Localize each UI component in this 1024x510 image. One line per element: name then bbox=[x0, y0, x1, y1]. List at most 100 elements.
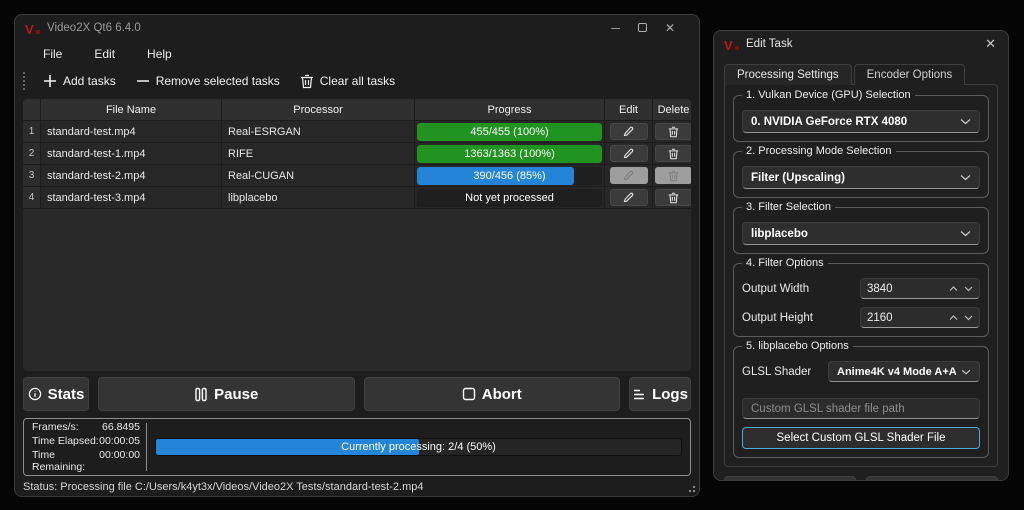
toolbar-drag-handle[interactable] bbox=[23, 72, 25, 90]
cell-edit bbox=[605, 165, 653, 187]
header-edit[interactable]: Edit bbox=[605, 99, 653, 121]
elapsed-label: Time Elapsed: bbox=[32, 435, 99, 447]
vulkan-device-group: 1. Vulkan Device (GPU) Selection 0. NVID… bbox=[733, 95, 989, 142]
cell-file-name[interactable]: standard-test-2.mp4 bbox=[41, 165, 222, 187]
cell-processor[interactable]: Real-ESRGAN bbox=[222, 121, 415, 143]
processing-mode-select[interactable]: Filter (Upscaling) bbox=[742, 166, 980, 189]
menu-help[interactable]: Help bbox=[133, 44, 186, 64]
pencil-icon bbox=[623, 192, 634, 203]
action-buttons: Stats Pause Abort Logs bbox=[23, 377, 691, 411]
cell-edit bbox=[605, 143, 653, 165]
task-table-body: 1 standard-test.mp4 Real-ESRGAN 455/455 … bbox=[23, 121, 691, 209]
task-table: File Name Processor Progress Edit Delete… bbox=[23, 99, 691, 371]
chevron-down-icon bbox=[961, 369, 971, 375]
clear-all-tasks-button[interactable]: Clear all tasks bbox=[292, 70, 403, 93]
menu-edit[interactable]: Edit bbox=[80, 44, 129, 64]
cell-progress: 455/455 (100%) bbox=[415, 121, 605, 143]
remove-selected-tasks-button[interactable]: Remove selected tasks bbox=[128, 70, 288, 92]
edit-task-button[interactable] bbox=[610, 167, 648, 184]
resize-grip[interactable] bbox=[687, 484, 695, 492]
header-delete[interactable]: Delete bbox=[653, 99, 691, 121]
cell-delete bbox=[653, 143, 691, 165]
delete-task-button[interactable] bbox=[655, 167, 691, 184]
row-number[interactable]: 2 bbox=[23, 143, 41, 165]
edit-task-button[interactable] bbox=[610, 189, 648, 206]
output-width-input[interactable] bbox=[867, 283, 949, 295]
close-icon[interactable]: ✕ bbox=[665, 21, 675, 35]
processing-settings-pane: 1. Vulkan Device (GPU) Selection 0. NVID… bbox=[724, 84, 998, 467]
edit-task-button[interactable] bbox=[610, 123, 648, 140]
glsl-shader-label: GLSL Shader bbox=[742, 366, 828, 378]
tab-encoder-options[interactable]: Encoder Options bbox=[854, 64, 966, 85]
trash-icon bbox=[668, 170, 679, 182]
delete-task-button[interactable] bbox=[655, 145, 691, 162]
header-gutter bbox=[23, 99, 41, 121]
delete-task-button[interactable] bbox=[655, 189, 691, 206]
cancel-button[interactable]: Cancel bbox=[866, 476, 998, 481]
pause-button[interactable]: Pause bbox=[98, 377, 355, 411]
header-processor[interactable]: Processor bbox=[222, 99, 415, 121]
maximize-icon[interactable] bbox=[638, 21, 647, 35]
output-width-spinbox bbox=[860, 278, 980, 299]
chevron-down-icon[interactable] bbox=[964, 286, 973, 292]
header-progress[interactable]: Progress bbox=[415, 99, 605, 121]
cell-processor[interactable]: RIFE bbox=[222, 143, 415, 165]
dialog-titlebar[interactable]: V Edit Task ✕ bbox=[714, 31, 1008, 57]
pencil-icon bbox=[623, 148, 634, 159]
trash-icon bbox=[668, 192, 679, 204]
delete-task-button[interactable] bbox=[655, 123, 691, 140]
abort-button[interactable]: Abort bbox=[364, 377, 621, 411]
row-number[interactable]: 4 bbox=[23, 187, 41, 209]
row-progress-text: Not yet processed bbox=[417, 189, 602, 207]
vulkan-device-select[interactable]: 0. NVIDIA GeForce RTX 4080 bbox=[742, 110, 980, 133]
output-height-input[interactable] bbox=[867, 312, 949, 324]
chevron-up-icon[interactable] bbox=[949, 315, 958, 321]
video2x-logo-icon: V bbox=[25, 21, 39, 35]
vulkan-device-group-title: 1. Vulkan Device (GPU) Selection bbox=[742, 89, 915, 101]
glsl-shader-select[interactable]: Anime4K v4 Mode A+A bbox=[828, 361, 980, 382]
menu-file[interactable]: File bbox=[29, 44, 76, 64]
output-height-label: Output Height bbox=[742, 312, 860, 324]
row-number[interactable]: 3 bbox=[23, 165, 41, 187]
toolbar: Add tasks Remove selected tasks Clear al… bbox=[15, 66, 699, 96]
cell-file-name[interactable]: standard-test-3.mp4 bbox=[41, 187, 222, 209]
stats-values: Frames/s:66.8495 Time Elapsed:00:00:05 T… bbox=[24, 419, 146, 475]
frames-value: 66.8495 bbox=[102, 421, 140, 433]
select-custom-shader-button[interactable]: Select Custom GLSL Shader File bbox=[742, 427, 980, 449]
tab-processing-settings[interactable]: Processing Settings bbox=[724, 64, 852, 85]
cell-processor[interactable]: libplacebo bbox=[222, 187, 415, 209]
close-icon[interactable]: ✕ bbox=[985, 36, 996, 52]
cell-file-name[interactable]: standard-test.mp4 bbox=[41, 121, 222, 143]
chevron-down-icon bbox=[960, 118, 971, 125]
menubar: File Edit Help bbox=[15, 41, 699, 66]
window-title: Video2X Qt6 6.4.0 bbox=[47, 22, 611, 34]
desktop: V Video2X Qt6 6.4.0 ─ ✕ File Edit Help A… bbox=[0, 0, 1024, 510]
chevron-down-icon[interactable] bbox=[964, 315, 973, 321]
apply-button[interactable]: Apply bbox=[724, 476, 856, 481]
cell-processor[interactable]: Real-CUGAN bbox=[222, 165, 415, 187]
chevron-down-icon bbox=[960, 230, 971, 237]
stats-button[interactable]: Stats bbox=[23, 377, 89, 411]
header-file-name[interactable]: File Name bbox=[41, 99, 222, 121]
elapsed-value: 00:00:05 bbox=[99, 435, 140, 447]
task-table-header: File Name Processor Progress Edit Delete bbox=[23, 99, 691, 121]
cell-file-name[interactable]: standard-test-1.mp4 bbox=[41, 143, 222, 165]
cell-edit bbox=[605, 187, 653, 209]
filter-select[interactable]: libplacebo bbox=[742, 222, 980, 245]
filter-options-group-title: 4. Filter Options bbox=[742, 257, 828, 269]
add-tasks-button[interactable]: Add tasks bbox=[35, 70, 124, 92]
row-progress-text: 1363/1363 (100%) bbox=[417, 145, 602, 163]
logs-button[interactable]: Logs bbox=[629, 377, 691, 411]
row-number[interactable]: 1 bbox=[23, 121, 41, 143]
edit-task-button[interactable] bbox=[610, 145, 648, 162]
minimize-icon[interactable]: ─ bbox=[611, 21, 620, 35]
custom-shader-path-input[interactable] bbox=[742, 398, 980, 419]
trash-icon bbox=[668, 148, 679, 160]
frames-label: Frames/s: bbox=[32, 421, 79, 433]
chevron-up-icon[interactable] bbox=[949, 286, 958, 292]
row-progress-bar: Not yet processed bbox=[417, 189, 602, 207]
main-titlebar[interactable]: V Video2X Qt6 6.4.0 ─ ✕ bbox=[15, 15, 699, 41]
dialog-tabs: Processing Settings Encoder Options bbox=[714, 57, 1008, 84]
cell-progress: 390/456 (85%) bbox=[415, 165, 605, 187]
overall-progress-text: Currently processing: 2/4 (50%) bbox=[156, 439, 681, 455]
